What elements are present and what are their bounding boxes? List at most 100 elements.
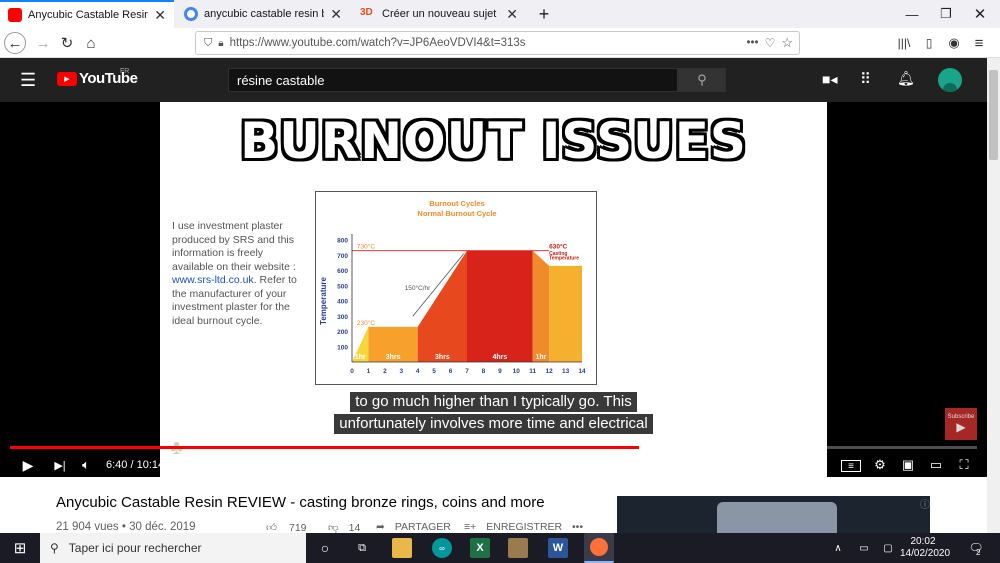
chart-x-tick-label: 4 xyxy=(416,368,420,375)
scrollbar-thumb[interactable] xyxy=(989,70,998,160)
navigation-bar: ← → ↻ ⌂ ⛉ 🔒︎ https://www.youtube.com/wat… xyxy=(0,28,1000,58)
progress-fill xyxy=(10,446,639,449)
chart-x-tick-label: 1 xyxy=(367,368,371,375)
clock[interactable]: 20:02 14/02/2020 xyxy=(900,536,950,560)
settings-gear-icon[interactable]: ⚙ xyxy=(870,455,890,475)
shield-icon[interactable]: ⛉ xyxy=(204,37,212,50)
chart-subtitle: Normal Burnout Cycle xyxy=(417,209,496,218)
battery-icon[interactable]: ▭ xyxy=(854,538,874,558)
app-icon[interactable] xyxy=(508,538,528,558)
browser-tab-strip: Anycubic Castable Resin REVIEW ✕ anycubi… xyxy=(0,0,1000,28)
minimize-icon[interactable]: — xyxy=(896,0,928,28)
close-window-icon[interactable]: ✕ xyxy=(964,0,996,28)
chart-y-tick-label: 300 xyxy=(337,314,348,321)
pocket-icon[interactable]: ♡ xyxy=(765,36,776,50)
time-display: 6:40 / 10:14 xyxy=(106,459,165,471)
subscribe-watermark-button[interactable]: Subscribe ▶ xyxy=(945,408,977,440)
menu-icon[interactable]: ≡ xyxy=(968,32,990,54)
chart-annotation: 230°C xyxy=(357,319,375,327)
search-icon: ⚲ xyxy=(697,72,707,87)
chart-x-tick-label: 10 xyxy=(513,368,521,375)
chart-segment-label: 3hrs xyxy=(435,354,450,361)
new-tab-button[interactable]: + xyxy=(528,0,560,28)
library-icon[interactable]: |||\ xyxy=(893,32,915,54)
create-video-icon[interactable]: ■◂ xyxy=(822,71,837,88)
lock-icon[interactable]: 🔒︎ xyxy=(218,38,223,49)
subtitles-icon[interactable]: ≡ xyxy=(841,460,861,472)
apps-grid-icon[interactable]: ⠿ xyxy=(860,70,871,88)
arduino-icon[interactable]: ∞ xyxy=(432,538,452,558)
chart-y-tick-label: 800 xyxy=(337,238,348,245)
captions: to go much higher than I typically go. T… xyxy=(0,392,987,434)
excel-icon[interactable]: X xyxy=(470,538,490,558)
url-text[interactable]: https://www.youtube.com/watch?v=JP6AeoVD… xyxy=(230,37,741,49)
restore-icon[interactable]: ❐ xyxy=(930,0,962,28)
video-player[interactable]: BURNOUT ISSUES I use investment plaster … xyxy=(0,102,987,477)
close-tab-icon[interactable]: ✕ xyxy=(506,6,518,23)
clock-time: 20:02 xyxy=(910,536,936,547)
fullscreen-icon[interactable]: ⛶ xyxy=(954,455,974,475)
back-icon[interactable]: ← xyxy=(4,32,26,54)
task-view-icon[interactable]: ⧉ xyxy=(352,538,372,558)
firefox-taskbar-button[interactable] xyxy=(584,533,614,563)
google-favicon-icon xyxy=(184,7,198,21)
reload-icon[interactable]: ↻ xyxy=(56,32,78,54)
show-hidden-icons-icon[interactable]: ∧ xyxy=(828,538,848,558)
forward-icon[interactable]: → xyxy=(32,32,54,54)
chart-segment-label: 4hrs xyxy=(493,354,508,361)
tab-google[interactable]: anycubic castable resin burnout ✕ xyxy=(176,0,350,28)
ad-info-icon[interactable]: ⓘ xyxy=(920,496,930,511)
chart-x-tick-label: 8 xyxy=(482,368,486,375)
miniplayer-icon[interactable]: ▣ xyxy=(898,455,918,475)
forum-favicon-icon: 3D xyxy=(360,7,373,18)
progress-bar[interactable] xyxy=(10,446,977,449)
theater-mode-icon[interactable]: ▭ xyxy=(926,455,946,475)
tab-forum[interactable]: 3D Créer un nouveau sujet - Forum ✕ xyxy=(352,0,526,28)
network-icon[interactable]: ▢ xyxy=(878,538,898,558)
bookmark-star-icon[interactable]: ☆ xyxy=(781,35,793,51)
share-button[interactable]: ➦ PARTAGER xyxy=(376,521,451,533)
address-bar[interactable]: ⛉ 🔒︎ https://www.youtube.com/watch?v=JP6… xyxy=(195,31,800,55)
taskbar-search[interactable]: ⚲ Taper ici pour rechercher xyxy=(40,533,306,563)
word-icon[interactable]: W xyxy=(548,538,568,558)
avatar[interactable] xyxy=(938,68,962,92)
youtube-favicon-icon xyxy=(8,8,22,22)
chart-annotation: 630°C xyxy=(549,243,567,251)
recommended-video-thumbnail[interactable] xyxy=(617,496,930,534)
file-explorer-icon[interactable] xyxy=(392,538,412,558)
play-badge-icon: ▶ xyxy=(956,420,966,434)
next-icon[interactable]: ▶| xyxy=(50,455,70,475)
chart-segment-label: 1hr xyxy=(355,354,366,361)
tab-youtube[interactable]: Anycubic Castable Resin REVIEW ✕ xyxy=(0,0,174,28)
windows-start-icon[interactable]: ⊞ xyxy=(10,538,30,558)
page-actions-icon[interactable]: ••• xyxy=(746,37,758,49)
tab-title: Créer un nouveau sujet - Forum xyxy=(382,8,500,20)
chart-y-tick-label: 400 xyxy=(337,299,348,306)
chart-segment-label: 1hr xyxy=(535,354,546,361)
player-controls: ▶ ▶| 🔈︎ 6:40 / 10:14 ≡ ⚙ ▣ ▭ ⛶ xyxy=(0,452,987,477)
account-icon[interactable]: ◉ xyxy=(943,32,965,54)
volume-icon[interactable]: 🔈︎ xyxy=(76,455,96,475)
video-headline: BURNOUT ISSUES xyxy=(240,112,747,170)
guide-menu-icon[interactable]: ☰ xyxy=(20,70,36,91)
cortana-icon[interactable]: ○ xyxy=(315,538,335,558)
home-icon[interactable]: ⌂ xyxy=(80,32,102,54)
playlist-add-icon: ≡+ xyxy=(464,521,477,533)
close-tab-icon[interactable]: ✕ xyxy=(330,6,342,23)
close-tab-icon[interactable]: ✕ xyxy=(154,7,166,24)
chart-title: Burnout Cycles xyxy=(429,199,484,208)
srs-link: www.srs-ltd.co.uk xyxy=(172,274,254,286)
share-icon: ➦ xyxy=(376,521,385,533)
tab-title: Anycubic Castable Resin REVIEW xyxy=(28,9,149,21)
search-input[interactable]: résine castable xyxy=(228,68,678,92)
more-actions-icon[interactable]: ••• xyxy=(572,521,583,533)
notifications-bell-icon[interactable]: 🔔︎ xyxy=(897,70,915,87)
sidebar-icon[interactable]: ▯ xyxy=(918,32,940,54)
tab-title: anycubic castable resin burnout xyxy=(204,8,324,20)
save-button[interactable]: ≡+ ENREGISTRER xyxy=(464,521,562,533)
youtube-logo-icon[interactable]: ▶ xyxy=(57,72,77,86)
thumbnail-image xyxy=(717,502,837,534)
play-icon[interactable]: ▶ xyxy=(18,455,38,475)
chart-y-tick-label: 100 xyxy=(337,344,348,351)
search-button[interactable]: ⚲ xyxy=(678,68,726,92)
